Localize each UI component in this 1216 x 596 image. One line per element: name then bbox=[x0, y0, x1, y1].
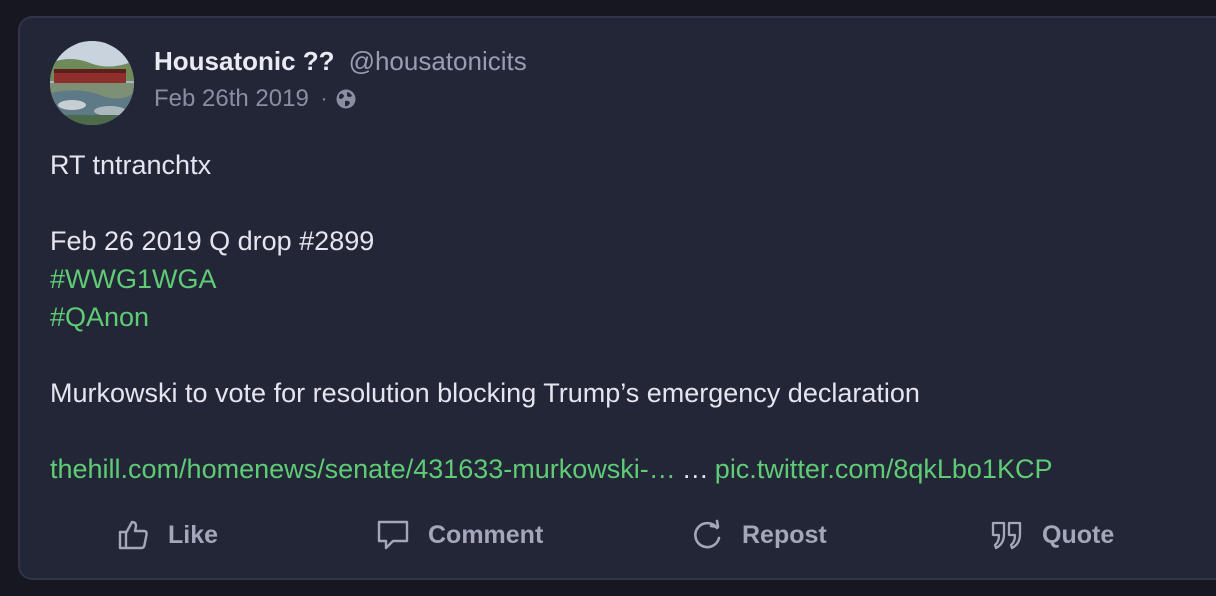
links-line: thehill.com/homenews/senate/431633-murko… bbox=[50, 450, 1216, 488]
repost-icon bbox=[694, 519, 721, 549]
author-row: Housatonic ?? @housatonicits bbox=[154, 46, 527, 77]
article-link[interactable]: thehill.com/homenews/senate/431633-murko… bbox=[50, 454, 676, 484]
post-text-line: RT tntranchtx bbox=[50, 150, 212, 180]
post-body: RT tntranchtx Feb 26 2019 Q drop #2899 #… bbox=[50, 146, 1216, 488]
post-card: Housatonic ?? @housatonicits Feb 26th 20… bbox=[18, 16, 1216, 580]
post-header: Housatonic ?? @housatonicits Feb 26th 20… bbox=[154, 46, 527, 113]
avatar-image bbox=[50, 41, 134, 125]
repost-label: Repost bbox=[742, 520, 827, 549]
globe-icon bbox=[335, 88, 357, 110]
post-date[interactable]: Feb 26th 2019 bbox=[154, 85, 309, 113]
comment-label: Comment bbox=[428, 520, 544, 549]
post-text-line: Murkowski to vote for resolution blockin… bbox=[50, 378, 920, 408]
avatar[interactable] bbox=[50, 41, 134, 125]
link-ellipsis: … bbox=[681, 454, 709, 484]
quote-label: Quote bbox=[1042, 520, 1115, 549]
hashtag-link[interactable]: #WWG1WGA bbox=[50, 260, 1216, 298]
image-link[interactable]: pic.twitter.com/8qkLbo1KCP bbox=[715, 454, 1053, 484]
comment-button[interactable]: Comment bbox=[376, 518, 543, 552]
author-display-name[interactable]: Housatonic ?? bbox=[154, 46, 335, 77]
comment-icon bbox=[377, 520, 409, 550]
like-button[interactable]: Like bbox=[116, 518, 218, 552]
quote-icon bbox=[991, 521, 1022, 550]
quote-button[interactable]: Quote bbox=[990, 518, 1114, 552]
author-handle[interactable]: @housatonicits bbox=[349, 46, 527, 77]
action-bar: Like Comment Repost Quote bbox=[20, 518, 1216, 558]
repost-button[interactable]: Repost bbox=[690, 518, 827, 552]
thumbs-up-icon bbox=[118, 520, 148, 550]
like-label: Like bbox=[168, 520, 219, 549]
meta-separator: · bbox=[320, 87, 328, 110]
post-meta: Feb 26th 2019 · bbox=[154, 85, 527, 113]
post-text-line: Feb 26 2019 Q drop #2899 bbox=[50, 226, 375, 256]
hashtag-link[interactable]: #QAnon bbox=[50, 298, 1216, 336]
